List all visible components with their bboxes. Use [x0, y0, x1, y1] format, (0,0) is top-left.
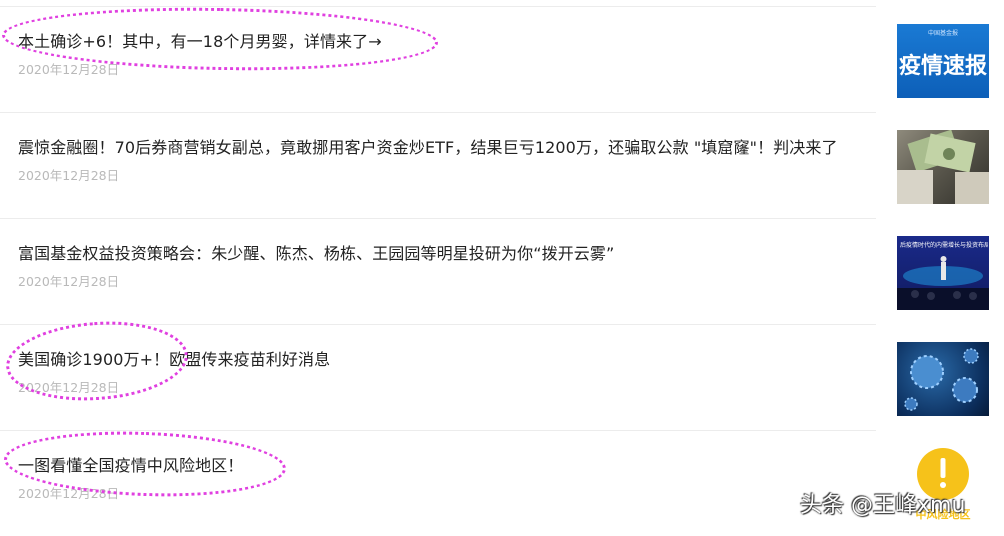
article-feed: 本土确诊+6！其中，有一18个月男婴，详情来了→ 2020年12月28日 中国基… — [0, 0, 1004, 530]
list-item[interactable]: 美国确诊1900万+！欧盟传来疫苗利好消息 2020年12月28日 — [0, 324, 1004, 430]
thumb-badge: 中国基金报 — [927, 30, 958, 37]
divider — [0, 324, 876, 325]
thumb-caption: 后疫情时代的内需增长与投资布局 — [900, 242, 988, 249]
list-item[interactable]: 富国基金权益投资策略会：朱少醒、陈杰、杨栋、王园园等明星投研为你“拨开云雾” 2… — [0, 218, 1004, 324]
list-item[interactable]: 一图看懂全国疫情中风险地区！ 2020年12月28日 中风险地区 — [0, 430, 1004, 536]
article-date: 2020年12月28日 — [18, 168, 120, 183]
list-item[interactable]: 震惊金融圈！70后券商营销女副总，竟敢挪用客户资金炒ETF，结果巨亏1200万，… — [0, 112, 1004, 218]
watermark: 头条 @王峰xmu — [800, 493, 966, 518]
money-icon — [897, 130, 989, 204]
article-date: 2020年12月28日 — [18, 486, 120, 501]
list-item[interactable]: 本土确诊+6！其中，有一18个月男婴，详情来了→ 2020年12月28日 中国基… — [0, 6, 1004, 112]
divider — [0, 430, 876, 431]
virus-thumbnail[interactable] — [897, 342, 989, 416]
divider — [0, 6, 876, 7]
article-title[interactable]: 富国基金权益投资策略会：朱少醒、陈杰、杨栋、王园园等明星投研为你“拨开云雾” — [18, 240, 614, 264]
article-title[interactable]: 一图看懂全国疫情中风险地区！ — [18, 452, 243, 476]
divider — [0, 112, 876, 113]
thumb-text: 疫情速报 — [898, 54, 987, 79]
conference-thumbnail[interactable]: 后疫情时代的内需增长与投资布局 — [897, 236, 989, 310]
virus-icon — [904, 348, 979, 411]
article-thumbnail[interactable]: 中国基金报 疫情速报 — [897, 24, 989, 98]
article-title[interactable]: 本土确诊+6！其中，有一18个月男婴，详情来了→ — [18, 28, 382, 52]
article-date: 2020年12月28日 — [18, 380, 120, 395]
article-date: 2020年12月28日 — [18, 274, 120, 289]
article-date: 2020年12月28日 — [18, 62, 120, 77]
money-thumbnail[interactable] — [897, 130, 989, 204]
divider — [0, 218, 876, 219]
article-title[interactable]: 美国确诊1900万+！欧盟传来疫苗利好消息 — [18, 346, 330, 370]
article-title[interactable]: 震惊金融圈！70后券商营销女副总，竟敢挪用客户资金炒ETF，结果巨亏1200万，… — [18, 134, 838, 158]
